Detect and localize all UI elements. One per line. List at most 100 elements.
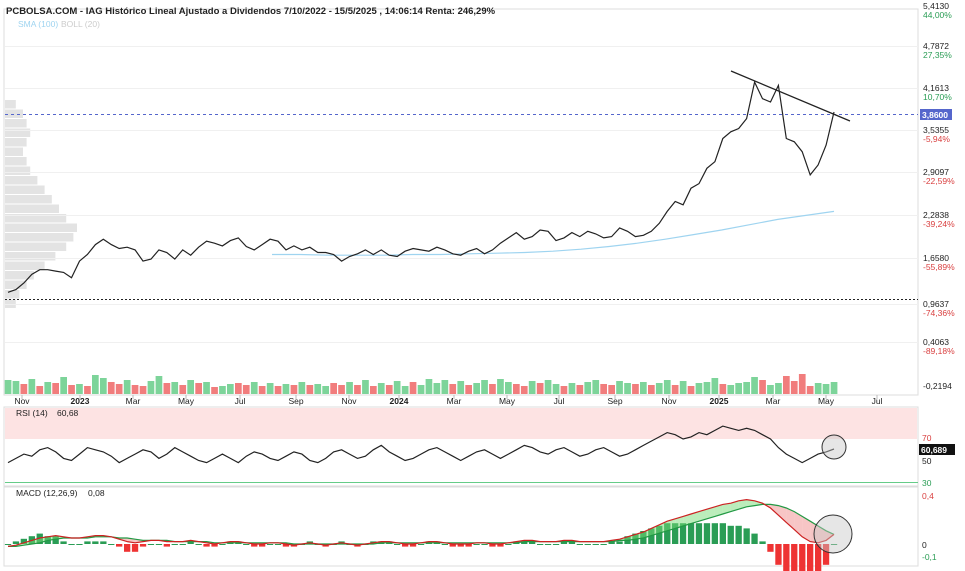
macd-histogram-bar xyxy=(163,544,170,547)
pct-tick-label: -22,59% xyxy=(923,176,955,186)
volume-bar xyxy=(798,374,806,394)
macd-value: 0,08 xyxy=(88,488,105,498)
volume-bar xyxy=(544,380,552,394)
volume-bar xyxy=(211,387,218,394)
macd-tick-neg01: -0,1 xyxy=(922,552,937,562)
volume-bar xyxy=(147,381,155,394)
macd-histogram-bar xyxy=(687,523,695,544)
volume-bar xyxy=(346,382,353,394)
macd-histogram-bar xyxy=(481,544,488,545)
volume-bar xyxy=(711,378,719,394)
x-tick-label: Jul xyxy=(872,396,883,406)
volume-bar xyxy=(187,380,194,394)
volume-profile-bar xyxy=(5,166,31,175)
volume-bar xyxy=(266,383,274,394)
volume-bar xyxy=(250,382,258,394)
volume-bar xyxy=(370,386,377,394)
macd-histogram-bar xyxy=(243,544,250,545)
volume-bar xyxy=(560,386,568,394)
volume-bar xyxy=(640,382,647,394)
price-tick-label: -0,2194 xyxy=(923,381,952,391)
volume-profile-bar xyxy=(5,147,23,156)
macd-histogram-bar xyxy=(274,544,282,545)
volume-profile-bar xyxy=(5,185,45,194)
volume-bar xyxy=(44,382,52,394)
volume-bar xyxy=(131,385,139,394)
macd-histogram-bar xyxy=(735,525,742,544)
macd-histogram-bar xyxy=(12,541,20,544)
volume-profile-bar xyxy=(5,233,74,242)
macd-histogram-bar xyxy=(92,541,99,544)
macd-label: MACD (12,26,9) xyxy=(16,488,78,498)
volume-bar xyxy=(322,386,329,394)
price-line xyxy=(7,80,835,293)
volume-bar xyxy=(393,381,401,394)
volume-bar xyxy=(719,384,727,394)
chart-title: PCBOLSA.COM - IAG Histórico Lineal Ajust… xyxy=(6,6,496,17)
volume-bar xyxy=(274,386,282,394)
macd-histogram-bar xyxy=(537,544,544,545)
x-tick-label: Sep xyxy=(607,396,622,406)
volume-bars xyxy=(4,374,838,394)
macd-histogram-bar xyxy=(711,523,718,544)
volume-bar xyxy=(227,384,234,394)
pct-tick-label: 10,70% xyxy=(923,92,952,102)
volume-bar xyxy=(354,385,361,394)
volume-bar xyxy=(648,385,655,394)
volume-bar xyxy=(489,384,496,394)
volume-bar xyxy=(52,383,59,394)
volume-bar xyxy=(314,384,322,394)
volume-bar xyxy=(576,385,584,394)
volume-bar xyxy=(306,385,314,394)
volume-bar xyxy=(536,383,544,394)
volume-bar xyxy=(330,383,337,394)
rsi-tick-30: 30 xyxy=(922,478,932,488)
volume-bar xyxy=(783,376,790,394)
volume-bar xyxy=(600,384,607,394)
volume-bar xyxy=(92,375,99,394)
volume-bar xyxy=(624,383,631,394)
volume-profile-bar xyxy=(5,119,27,128)
volume-profile-bar xyxy=(5,100,16,109)
volume-bar xyxy=(20,384,28,394)
volume-bar xyxy=(616,381,623,394)
x-tick-label: Mar xyxy=(126,396,141,406)
volume-bar xyxy=(36,386,44,394)
macd-histogram-bar xyxy=(60,541,67,544)
volume-bar xyxy=(115,384,123,394)
volume-bar xyxy=(60,377,67,394)
volume-bar xyxy=(735,383,742,394)
macd-histogram-bar xyxy=(4,544,12,545)
macd-histogram-bar xyxy=(743,528,750,544)
volume-bar xyxy=(139,386,147,394)
rsi-value: 60,68 xyxy=(57,408,79,418)
volume-bar xyxy=(242,385,250,394)
macd-histogram-bar xyxy=(68,544,75,545)
macd-histogram-bar xyxy=(116,544,123,547)
volume-bar xyxy=(679,381,687,394)
macd-histogram-bar xyxy=(807,544,814,571)
volume-bar xyxy=(727,385,735,394)
rsi-highlight-circle xyxy=(821,434,847,460)
macd-histogram-bar xyxy=(84,541,91,544)
volume-profile-bar xyxy=(5,204,59,213)
volume-bar xyxy=(377,383,385,394)
volume-bar xyxy=(28,379,36,394)
rsi-tick-50: 50 xyxy=(922,456,932,466)
macd-histogram-bar xyxy=(799,544,806,571)
macd-histogram-bar xyxy=(266,544,274,545)
volume-bar xyxy=(592,380,600,394)
macd-histogram-bar xyxy=(751,533,758,544)
volume-bar xyxy=(235,383,242,394)
volume-bar xyxy=(12,381,20,394)
volume-bar xyxy=(822,384,830,394)
volume-bar xyxy=(362,380,369,394)
volume-bar xyxy=(298,382,306,394)
macd-histogram-bar xyxy=(131,544,139,552)
pct-tick-label: -74,36% xyxy=(923,308,955,318)
volume-profile-bar xyxy=(5,242,67,251)
macd-histogram-bar xyxy=(584,544,591,545)
volume-bar xyxy=(433,383,441,394)
volume-bar xyxy=(290,385,298,394)
macd-histogram-bar xyxy=(203,544,210,547)
